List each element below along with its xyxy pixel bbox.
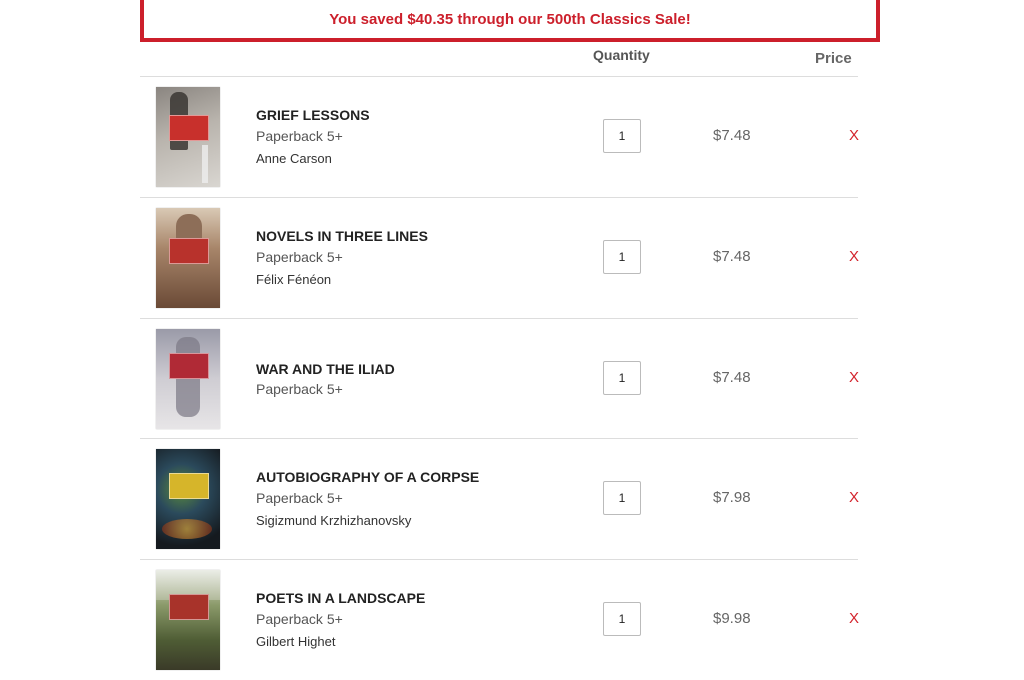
- remove-item-button[interactable]: X: [849, 248, 859, 265]
- book-title[interactable]: AUTOBIOGRAPHY OF A CORPSE: [256, 469, 479, 485]
- quantity-input[interactable]: [603, 119, 641, 153]
- book-format: Paperback 5+: [256, 611, 343, 627]
- quantity-input[interactable]: [603, 361, 641, 395]
- book-author: Gilbert Highet: [256, 634, 336, 649]
- cart-item: POETS IN A LANDSCAPE Paperback 5+ Gilber…: [140, 560, 859, 680]
- remove-item-button[interactable]: X: [849, 369, 859, 386]
- item-price: $9.98: [713, 610, 751, 627]
- remove-item-button[interactable]: X: [849, 610, 859, 627]
- item-price: $7.48: [713, 248, 751, 265]
- book-cover-image[interactable]: [156, 87, 220, 187]
- item-price: $7.48: [713, 127, 751, 144]
- quantity-column-header: Quantity: [593, 47, 650, 63]
- book-title[interactable]: POETS IN A LANDSCAPE: [256, 590, 425, 606]
- quantity-input[interactable]: [603, 602, 641, 636]
- book-format: Paperback 5+: [256, 249, 343, 265]
- book-author: Félix Fénéon: [256, 272, 332, 287]
- book-format: Paperback 5+: [256, 490, 343, 506]
- quantity-input[interactable]: [603, 240, 641, 274]
- price-column-header: Price: [815, 50, 852, 67]
- cart-item: AUTOBIOGRAPHY OF A CORPSE Paperback 5+ S…: [140, 439, 859, 559]
- savings-banner: You saved $40.35 through our 500th Class…: [140, 0, 880, 42]
- book-author: Sigizmund Krzhizhanovsky: [256, 513, 412, 528]
- book-title[interactable]: NOVELS IN THREE LINES: [256, 228, 428, 244]
- item-price: $7.48: [713, 369, 751, 386]
- book-author: Anne Carson: [256, 151, 332, 166]
- cart-item: GRIEF LESSONS Paperback 5+ Anne Carson $…: [140, 77, 859, 197]
- quantity-input[interactable]: [603, 481, 641, 515]
- book-format: Paperback 5+: [256, 128, 343, 144]
- item-price: $7.98: [713, 489, 751, 506]
- cart-item: NOVELS IN THREE LINES Paperback 5+ Félix…: [140, 198, 859, 318]
- book-title[interactable]: GRIEF LESSONS: [256, 107, 370, 123]
- book-cover-image[interactable]: [156, 449, 220, 549]
- book-cover-image[interactable]: [156, 329, 220, 429]
- book-title[interactable]: WAR AND THE ILIAD: [256, 361, 395, 377]
- cart-item: WAR AND THE ILIAD Paperback 5+ $7.48 X: [140, 319, 859, 439]
- book-format: Paperback 5+: [256, 381, 343, 397]
- remove-item-button[interactable]: X: [849, 489, 859, 506]
- savings-message: You saved $40.35 through our 500th Class…: [329, 10, 691, 28]
- book-cover-image[interactable]: [156, 570, 220, 670]
- remove-item-button[interactable]: X: [849, 127, 859, 144]
- book-cover-image[interactable]: [156, 208, 220, 308]
